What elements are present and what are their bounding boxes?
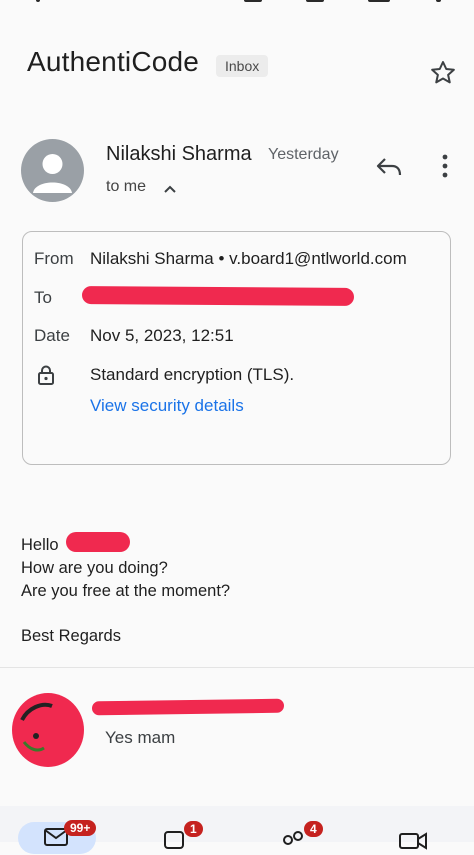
lock-icon [37,365,55,385]
recipients-toggle[interactable]: to me [106,178,146,196]
redaction-reply-sender [91,698,285,716]
mail-unread-badge: 99+ [64,820,97,836]
status-icon [306,0,324,2]
chat-icon[interactable] [163,830,187,850]
status-icon [368,0,390,2]
message-divider [0,667,474,668]
date-label: Date [34,326,70,345]
from-label: From [34,249,74,268]
meet-icon[interactable] [398,830,428,850]
redaction-greeting-name [66,532,130,552]
spaces-badge: 4 [304,821,323,837]
status-icon [436,0,441,2]
view-security-details-link[interactable]: View security details [90,396,244,416]
avatar[interactable] [21,139,84,202]
status-icon [36,0,40,2]
from-value: Nilakshi Sharma • v.board1@ntlworld.com [90,249,407,268]
inbox-label-chip[interactable]: Inbox [216,55,269,77]
spaces-icon[interactable] [280,830,308,850]
date-value: Nov 5, 2023, 12:51 [90,326,234,345]
star-icon[interactable] [428,58,458,88]
message-timestamp: Yesterday [268,146,339,163]
reply-icon[interactable] [375,155,403,179]
status-icon [244,0,262,2]
reply-preview-text[interactable]: Yes mam [105,728,175,748]
chat-badge: 1 [184,821,203,837]
body-line: How are you doing? [21,559,168,577]
email-subject: AuthentiCode [27,46,200,77]
bottom-navigation: 99+ 1 4 [0,806,474,854]
encryption-status: Standard encryption (TLS). [90,365,295,384]
chevron-up-icon[interactable] [163,181,177,193]
body-signoff: Best Regards [21,627,121,645]
avatar[interactable] [8,690,90,770]
body-greeting: Hello [21,536,59,554]
body-line: Are you free at the moment? [21,582,231,600]
redaction-to-address [81,286,355,306]
to-label: To [34,288,52,307]
more-vert-icon[interactable] [438,153,452,179]
sender-name[interactable]: Nilakshi Sharma [106,143,252,166]
